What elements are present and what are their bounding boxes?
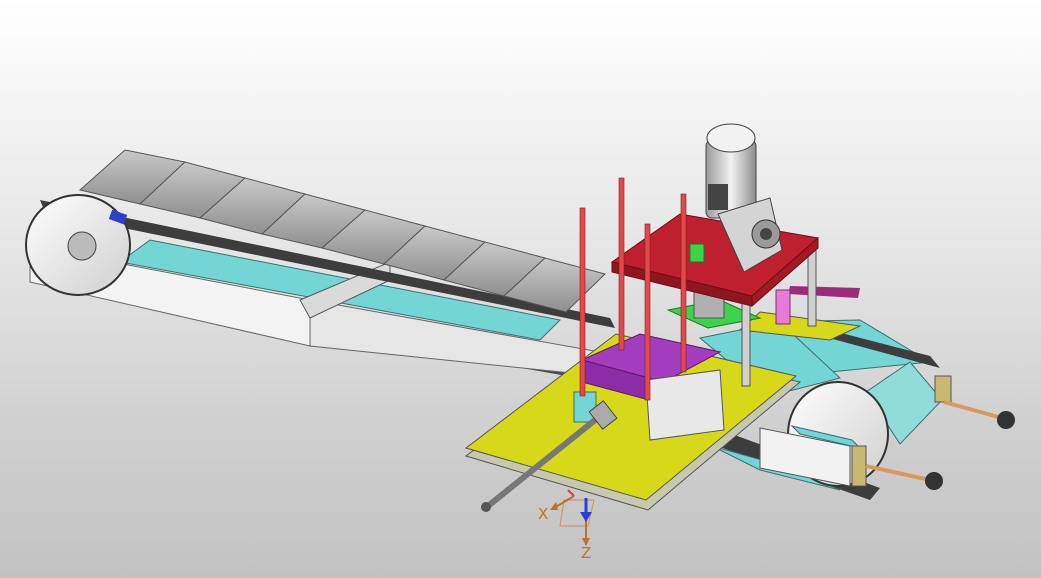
axis-x-label: X <box>538 505 548 523</box>
tension-end <box>851 445 867 487</box>
guide-strip <box>788 286 860 298</box>
left-conveyor-track[interactable] <box>25 149 615 380</box>
wheel-hub <box>67 231 97 261</box>
motor-cap <box>706 123 756 153</box>
knob-lower-icon[interactable] <box>925 472 943 490</box>
axis-triad: X Z <box>538 489 595 562</box>
terminal-box <box>708 184 728 210</box>
knob-upper-icon[interactable] <box>997 411 1015 429</box>
rod-2 <box>618 177 625 351</box>
rod-1 <box>579 207 586 397</box>
rod-3 <box>644 223 651 401</box>
rod-4 <box>680 193 687 373</box>
adjust-rod-upper <box>943 400 1003 420</box>
cyan-mount <box>573 391 597 423</box>
pink-side-block <box>775 289 791 325</box>
sensor-green <box>689 243 705 263</box>
support-block <box>645 369 725 441</box>
cad-3d-viewport[interactable]: X Z <box>0 0 1041 578</box>
pillar-right <box>807 249 817 327</box>
adjust-rod-lower <box>865 464 931 482</box>
tension-end-upper <box>934 375 952 403</box>
screw-end-icon <box>481 502 491 512</box>
top-plate <box>610 213 820 297</box>
drive-motor[interactable] <box>689 123 783 273</box>
axis-red-marker <box>567 489 575 497</box>
axis-z-label: Z <box>581 544 591 562</box>
